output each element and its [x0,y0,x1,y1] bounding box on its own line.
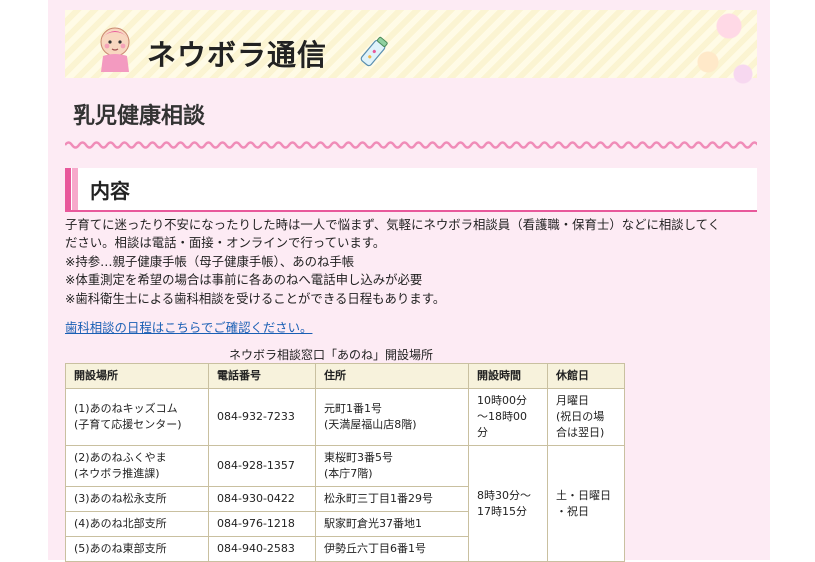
section-title: 内容 [90,179,130,203]
body-text: 子育てに迷ったり不安になったりした時は一人で悩まず、気軽にネウボラ相談員（看護職… [65,216,765,308]
header-banner: ネウボラ通信 [65,10,757,90]
cell-phone: 084-976-1218 [208,511,316,537]
cell-address: 東桜町3番5号 (本庁7階) [315,445,469,487]
cell-place: (3)あのね松永支所 [65,486,209,512]
cell-hours-shared: 8時30分～ 17時15分 [468,445,548,562]
heading-accent-bar-light [72,168,78,210]
heading-accent-bar [65,168,71,210]
header-address: 住所 [315,363,469,389]
cell-phone: 084-940-2583 [208,536,316,562]
baby-bottle-icon [360,36,388,67]
cell-address: 元町1番1号 (天満屋福山店8階) [315,388,469,446]
banner-decoration [687,10,757,90]
body-line: ※体重測定を希望の場合は事前に各あのねへ電話申し込みが必要 [65,272,423,288]
cell-place: (1)あのねキッズコム (子育て応援センター) [65,388,209,446]
cell-phone: 084-930-0422 [208,486,316,512]
header-hours: 開設時間 [468,363,548,389]
wave-divider [65,141,757,149]
cell-closed: 月曜日 (祝日の場 合は翌日) [547,388,625,446]
header-place: 開設場所 [65,363,209,389]
page-title: 乳児健康相談 [73,104,206,129]
table-row: (1)あのねキッズコム (子育て応援センター) 084-932-7233 元町1… [65,388,625,446]
baby-icon [100,27,130,72]
locations-table: 開設場所 電話番号 住所 開設時間 休館日 (1)あのねキッズコム (子育て応援… [65,363,625,562]
header-phone: 電話番号 [208,363,316,389]
body-line: ださい。相談は電話・面接・オンラインで行っています。 [65,235,386,251]
cell-address: 松永町三丁目1番29号 [315,486,469,512]
cell-address: 駅家町倉光37番地1 [315,511,469,537]
cell-phone: 084-932-7233 [208,388,316,446]
cell-hours: 10時00分 ～18時00 分 [468,388,548,446]
cell-phone: 084-928-1357 [208,445,316,487]
cell-place: (5)あのね東部支所 [65,536,209,562]
banner-title: ネウボラ通信 [147,38,328,72]
cell-place: (4)あのね北部支所 [65,511,209,537]
body-line: ※持参…親子健康手帳（母子健康手帳）、あのね手帳 [65,253,355,269]
page-container: ネウボラ通信 乳児健康相談 内容 子育てに迷ったり不安になったりした時は一人で悩… [48,0,770,562]
cell-address: 伊勢丘六丁目6番1号 [315,536,469,562]
table-header-row: 開設場所 電話番号 住所 開設時間 休館日 [65,363,625,389]
table-caption: ネウボラ相談窓口「あのね」開設場所 [229,348,434,362]
body-line: 子育てに迷ったり不安になったりした時は一人で悩まず、気軽にネウボラ相談員（看護職… [65,217,721,232]
dental-schedule-link[interactable]: 歯科相談の日程はこちらでご確認ください。 [65,318,312,336]
cell-place: (2)あのねふくやま (ネウボラ推進課) [65,445,209,487]
body-line: ※歯科衛生士による歯科相談を受けることができる日程もあります。 [65,290,446,306]
table-row: (2)あのねふくやま (ネウボラ推進課) 084-928-1357 東桜町3番5… [65,445,625,562]
header-closed: 休館日 [547,363,625,389]
section-heading: 内容 [65,168,757,212]
cell-closed-shared: 土・日曜日 ・祝日 [547,445,625,562]
